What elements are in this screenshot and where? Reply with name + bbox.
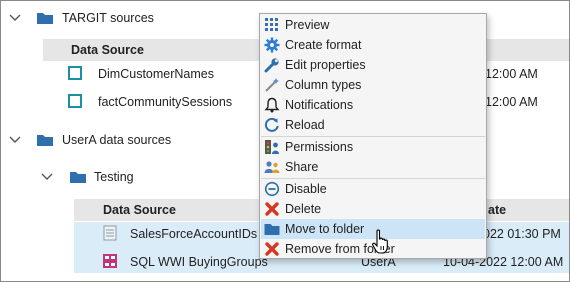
hand-cursor-icon bbox=[372, 229, 388, 254]
menu-item-delete[interactable]: Delete bbox=[261, 199, 485, 219]
menu-item-label: Create format bbox=[285, 38, 362, 52]
share-icon bbox=[264, 161, 280, 173]
menu-item-reload[interactable]: Reload bbox=[261, 115, 485, 135]
table-row-date: 12:00 AM bbox=[485, 67, 538, 81]
menu-item-disable[interactable]: Disable bbox=[261, 179, 485, 199]
permissions-icon bbox=[265, 140, 279, 154]
menu-item-label: Preview bbox=[285, 18, 330, 32]
chevron-down-icon[interactable] bbox=[9, 13, 21, 23]
menu-item-label: Delete bbox=[285, 202, 322, 216]
disable-icon bbox=[264, 181, 280, 197]
data-source-icon bbox=[68, 66, 82, 80]
gear-icon bbox=[264, 37, 280, 53]
bell-icon bbox=[264, 97, 280, 113]
menu-item-notifications[interactable]: Notifications bbox=[261, 95, 485, 115]
menu-item-preview[interactable]: Preview bbox=[261, 15, 485, 35]
data-sources-panel: TARGIT sources Data Source DimCustomerNa… bbox=[0, 0, 570, 282]
data-source-icon bbox=[68, 94, 82, 108]
sql-source-icon bbox=[103, 254, 117, 268]
menu-item-share[interactable]: Share bbox=[261, 157, 485, 177]
chevron-down-icon[interactable] bbox=[41, 172, 53, 182]
group-label-usera-data-sources[interactable]: UserA data sources bbox=[62, 133, 171, 147]
reload-icon bbox=[264, 117, 279, 132]
context-menu: Preview Create format Edit properties Co… bbox=[259, 13, 487, 259]
table-row-name[interactable]: SalesForceAccountIDs bbox=[130, 227, 257, 241]
chevron-down-icon[interactable] bbox=[9, 135, 21, 145]
grid-icon bbox=[265, 18, 278, 31]
menu-item-column-types[interactable]: Column types bbox=[261, 75, 485, 95]
column-header-data-source[interactable]: Data Source bbox=[71, 43, 144, 57]
table-row-date: 12:00 AM bbox=[485, 95, 538, 109]
table-row-name[interactable]: factCommunitySessions bbox=[98, 95, 232, 109]
table-row-date: 022 01:30 PM bbox=[483, 227, 561, 241]
menu-item-edit-properties[interactable]: Edit properties bbox=[261, 55, 485, 75]
column-header-data-source[interactable]: Data Source bbox=[103, 203, 176, 217]
folder-icon bbox=[264, 224, 280, 235]
remove-icon bbox=[265, 242, 279, 256]
group-label-targit-sources[interactable]: TARGIT sources bbox=[62, 11, 154, 25]
subfolder-label-testing[interactable]: Testing bbox=[94, 170, 134, 184]
column-header-date[interactable]: ate bbox=[488, 203, 506, 217]
menu-item-label: Disable bbox=[285, 182, 327, 196]
wand-icon bbox=[265, 78, 279, 92]
menu-item-create-format[interactable]: Create format bbox=[261, 35, 485, 55]
menu-item-label: Notifications bbox=[285, 98, 354, 112]
menu-item-permissions[interactable]: Permissions bbox=[261, 137, 485, 157]
folder-icon bbox=[37, 13, 53, 24]
menu-item-label: Move to folder bbox=[285, 222, 365, 236]
wrench-icon bbox=[264, 58, 279, 73]
folder-icon bbox=[37, 135, 53, 146]
delete-icon bbox=[265, 202, 279, 216]
table-source-icon bbox=[103, 225, 117, 241]
menu-item-label: Permissions bbox=[285, 140, 354, 154]
folder-icon bbox=[70, 172, 86, 183]
menu-item-label: Column types bbox=[285, 78, 362, 92]
table-row-name[interactable]: DimCustomerNames bbox=[98, 67, 214, 81]
menu-item-label: Share bbox=[285, 160, 319, 174]
menu-item-label: Edit properties bbox=[285, 58, 366, 72]
table-row-name[interactable]: SQL WWI BuyingGroups bbox=[130, 255, 268, 269]
menu-item-label: Reload bbox=[285, 118, 325, 132]
